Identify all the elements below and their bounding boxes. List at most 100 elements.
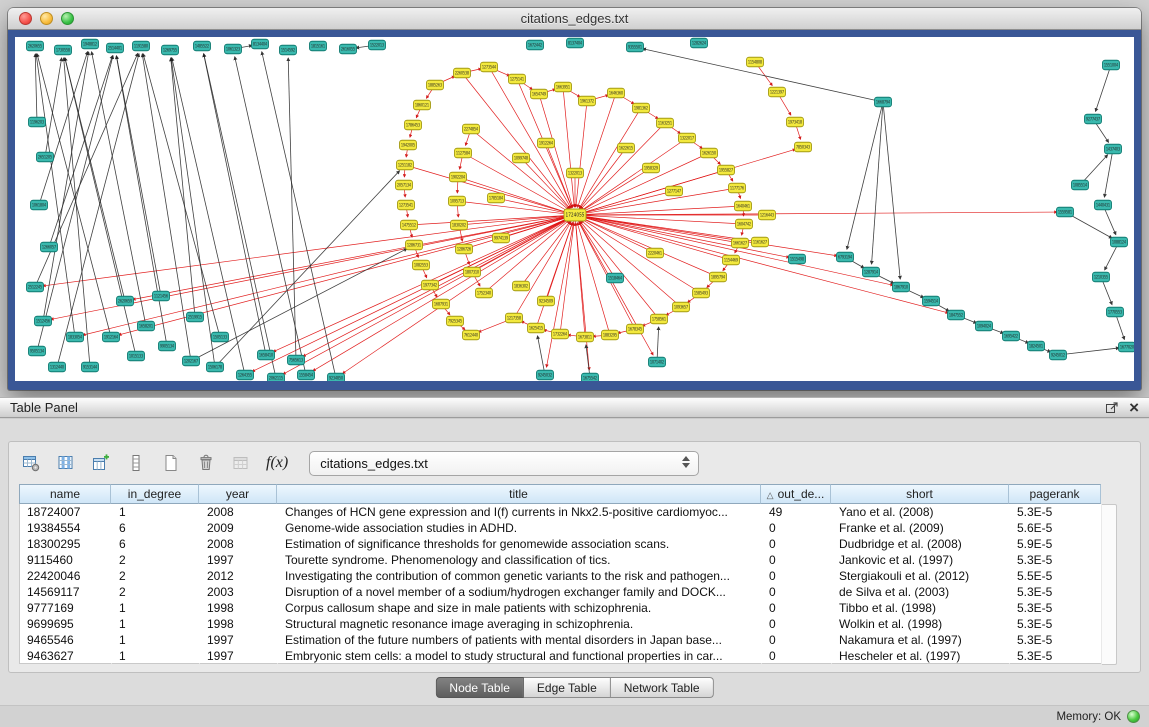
graph-edge[interactable] — [546, 223, 572, 301]
minimize-window-button[interactable] — [40, 12, 53, 25]
table-row[interactable]: 977716911998Corpus callosum shape and si… — [19, 600, 1101, 616]
graph-edge[interactable] — [575, 212, 1057, 215]
table-row[interactable]: 1872400712008Changes of HCN gene express… — [19, 504, 1101, 520]
column-header-name[interactable]: name — [19, 484, 111, 504]
network-canvas[interactable]: 1724055188526318601211786453194200512511… — [15, 37, 1134, 381]
table-row[interactable]: 2242004622012Investigating the contribut… — [19, 568, 1101, 584]
network-window: citations_edges.txt 17240551885263186012… — [8, 8, 1141, 390]
graph-node-label: 1883295 — [603, 333, 617, 339]
table-cell: 0 — [761, 616, 831, 632]
new-table-icon[interactable] — [157, 450, 185, 476]
table-row[interactable]: 946362711997Embryonic stem cells: a mode… — [19, 648, 1101, 664]
table-row[interactable]: 1830029562008Estimation of significance … — [19, 536, 1101, 552]
graph-edge[interactable] — [172, 58, 245, 375]
table-scrollbar[interactable] — [1102, 504, 1117, 665]
table-mode-icon[interactable] — [17, 450, 45, 476]
graph-edge[interactable] — [1058, 348, 1119, 355]
graph-edge[interactable] — [1096, 65, 1111, 111]
table-cell: Estimation of significance thresholds fo… — [277, 536, 761, 552]
graph-edge[interactable] — [57, 54, 139, 367]
import-table-icon[interactable] — [227, 450, 255, 476]
graph-edge[interactable] — [252, 215, 575, 372]
column-header-in_degree[interactable]: in_degree — [111, 484, 199, 504]
column-header-out_de[interactable]: △out_de... — [761, 484, 831, 504]
table-cell: 5.5E-5 — [1009, 568, 1101, 584]
delete-table-icon[interactable] — [192, 450, 220, 476]
table-row[interactable]: 946554611997Estimation of the future num… — [19, 632, 1101, 648]
table-cell: Disruption of a novel member of a sodium… — [277, 584, 761, 600]
tab-network-table[interactable]: Network Table — [611, 677, 714, 698]
graph-node-label: 1277147 — [667, 189, 681, 195]
column-header-year[interactable]: year — [199, 484, 277, 504]
table-cell: 5.3E-5 — [1009, 584, 1101, 600]
function-builder-button[interactable]: f(x) — [262, 454, 292, 472]
graph-edge[interactable] — [546, 215, 575, 367]
graph-edge[interactable] — [575, 149, 795, 215]
table-cell: 9115460 — [19, 552, 111, 568]
column-header-pagerank[interactable]: pagerank — [1009, 484, 1101, 504]
create-column-icon[interactable] — [87, 450, 115, 476]
table-row[interactable]: 1938455462009Genome-wide association stu… — [19, 520, 1101, 536]
float-panel-icon[interactable] — [1105, 401, 1119, 415]
show-columns-icon[interactable] — [52, 450, 80, 476]
graph-edge[interactable] — [1104, 149, 1113, 197]
graph-edge[interactable] — [204, 54, 276, 378]
graph-node-label: 1675542 — [583, 376, 597, 381]
graph-edge[interactable] — [303, 215, 575, 356]
graph-node-label: 7925345 — [448, 319, 462, 325]
column-header-title[interactable]: title — [277, 484, 761, 504]
graph-node-label: 2062115 — [269, 376, 283, 381]
table-cell: Corpus callosum shape and size in male p… — [277, 600, 761, 616]
column-header-short[interactable]: short — [831, 484, 1009, 504]
graph-edge[interactable] — [262, 52, 336, 378]
tab-node-table[interactable]: Node Table — [435, 677, 524, 698]
attribute-table[interactable]: namein_degreeyeartitle△out_de...shortpag… — [19, 484, 1101, 664]
network-graph[interactable]: 1724055188526318601211786453194200512511… — [15, 37, 1134, 381]
graph-node-label: 1061323 — [226, 47, 240, 53]
graph-edge[interactable] — [215, 171, 400, 367]
graph-node-label: 1015133 — [129, 354, 143, 360]
tab-edge-table[interactable]: Edge Table — [524, 677, 611, 698]
table-cell: Wolkin et al. (1998) — [831, 616, 1009, 632]
table-cell: Franke et al. (2009) — [831, 520, 1009, 536]
close-panel-icon[interactable]: × — [1129, 399, 1139, 416]
graph-edge[interactable] — [43, 215, 575, 286]
graph-node-label: 1485522 — [195, 44, 209, 50]
graph-edge[interactable] — [539, 94, 573, 207]
graph-edge[interactable] — [883, 102, 900, 279]
graph-edge[interactable] — [657, 327, 659, 362]
graph-edge[interactable] — [643, 49, 883, 102]
graph-edge[interactable] — [578, 93, 616, 207]
table-cell: 2012 — [199, 568, 277, 584]
memory-status-label: Memory: OK — [1056, 711, 1121, 723]
table-row[interactable]: 911546021997Tourette syndrome. Phenomeno… — [19, 552, 1101, 568]
graph-edge[interactable] — [496, 198, 567, 213]
graph-edge[interactable] — [582, 153, 709, 212]
graph-edge[interactable] — [171, 58, 195, 317]
graph-node-label: 1154808 — [748, 60, 762, 66]
window-titlebar[interactable]: citations_edges.txt — [8, 8, 1141, 30]
graph-node-label: 7850343 — [796, 145, 810, 151]
graph-edge[interactable] — [538, 336, 545, 375]
graph-node-label: 1961372 — [580, 99, 594, 105]
table-cell: 1 — [111, 632, 199, 648]
graph-edge[interactable] — [580, 148, 626, 209]
graph-node-label: 1518464 — [608, 276, 622, 282]
table-row[interactable]: 969969511998Structural magnetic resonanc… — [19, 616, 1101, 632]
graph-edge[interactable] — [582, 219, 701, 293]
table-cell: Tourette syndrome. Phenomenology and cla… — [277, 552, 761, 568]
graph-node-label: 1867910 — [894, 285, 908, 291]
table-row[interactable]: 1456911722003Disruption of a novel membe… — [19, 584, 1101, 600]
graph-edge[interactable] — [283, 215, 575, 374]
graph-node-label: 9245012 — [1051, 353, 1065, 359]
zoom-window-button[interactable] — [61, 12, 74, 25]
graph-edge[interactable] — [116, 56, 161, 296]
graph-edge[interactable] — [313, 215, 575, 371]
graph-edge[interactable] — [576, 101, 587, 207]
table-select-dropdown[interactable]: citations_edges.txt — [309, 451, 699, 476]
graph-edge[interactable] — [35, 54, 37, 122]
graph-edge[interactable] — [577, 223, 610, 335]
graph-edge[interactable] — [575, 215, 789, 257]
close-window-button[interactable] — [19, 12, 32, 25]
row-tools-icon[interactable] — [122, 450, 150, 476]
